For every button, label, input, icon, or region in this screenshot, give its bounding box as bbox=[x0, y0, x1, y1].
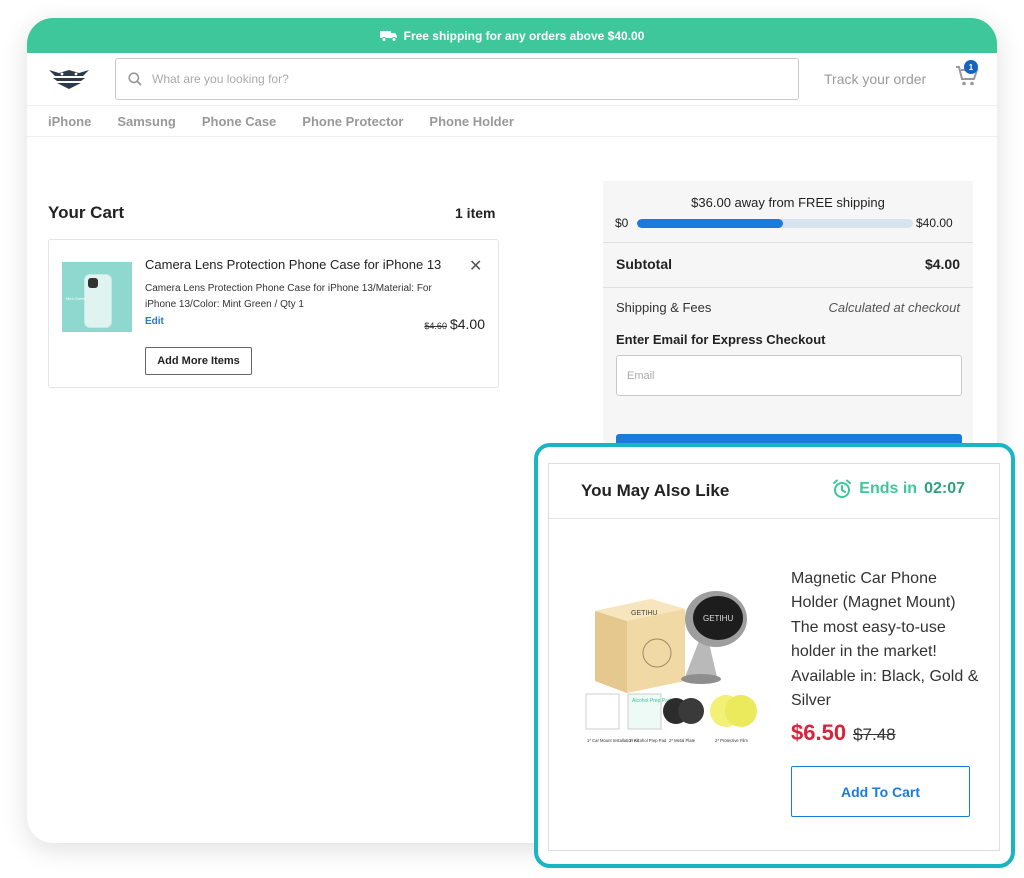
shipping-fees-value: Calculated at checkout bbox=[828, 300, 960, 315]
thumbnail-label: Mint Green bbox=[66, 296, 86, 301]
recommended-price: $6.50 bbox=[791, 720, 847, 745]
cart-item-price-group: $4.60 $4.00 bbox=[424, 316, 485, 332]
order-summary: $36.00 away from FREE shipping $0 $40.00… bbox=[603, 181, 973, 481]
recommendation-header: You May Also Like Ends in 02:07 bbox=[549, 464, 999, 519]
cart-item-name[interactable]: Camera Lens Protection Phone Case for iP… bbox=[145, 257, 455, 272]
truck-icon bbox=[379, 30, 397, 42]
box-brand-text: GETIHU bbox=[631, 610, 657, 617]
offer-timer: Ends in 02:07 bbox=[832, 479, 965, 499]
cart-title: Your Cart bbox=[48, 203, 125, 222]
progress-min-label: $0 bbox=[615, 216, 629, 230]
cart-item-price: $4.00 bbox=[449, 316, 485, 332]
site-header: Track your order 1 bbox=[27, 53, 997, 105]
pad-label: 1* Alcohol Prep Pad bbox=[629, 738, 667, 743]
alarm-clock-icon bbox=[833, 479, 852, 498]
recommendation-card: You May Also Like Ends in 02:07 GETIHU G bbox=[548, 463, 1000, 851]
remove-item-icon[interactable]: ✕ bbox=[469, 256, 482, 276]
summary-divider bbox=[603, 242, 973, 243]
express-checkout-email-label: Enter Email for Express Checkout bbox=[616, 332, 826, 347]
cart-badge-wrap: 1 bbox=[964, 60, 978, 74]
category-nav: iPhone Samsung Phone Case Phone Protecto… bbox=[27, 105, 997, 137]
cart-line-item: Mint Green Camera Lens Protection Phone … bbox=[48, 239, 499, 388]
search-icon bbox=[128, 72, 142, 86]
edit-item-link[interactable]: Edit bbox=[145, 316, 164, 327]
promo-text: Free shipping for any orders above $40.0… bbox=[403, 28, 645, 43]
search-input[interactable] bbox=[152, 72, 752, 86]
recommended-price-group: $6.50 $7.48 bbox=[791, 720, 896, 746]
nav-item-phone-holder[interactable]: Phone Holder bbox=[429, 114, 514, 129]
product-image[interactable]: GETIHU GETIHU Alcohol Prep Pad 1* Car Mo… bbox=[581, 581, 761, 749]
cart-item-description: Camera Lens Protection Phone Case for iP… bbox=[145, 283, 432, 310]
cart-item-old-price: $4.60 bbox=[424, 321, 447, 331]
free-shipping-message: $36.00 away from FREE shipping bbox=[691, 195, 885, 210]
add-to-cart-button[interactable]: Add To Cart bbox=[791, 766, 970, 817]
product-thumbnail[interactable]: Mint Green bbox=[62, 262, 132, 332]
nav-item-iphone[interactable]: iPhone bbox=[48, 114, 91, 129]
plate-label: 2* Metal Plate bbox=[669, 738, 696, 743]
cart-count-badge: 1 bbox=[964, 60, 978, 74]
ends-in-label: Ends in bbox=[859, 480, 918, 497]
track-order-link[interactable]: Track your order bbox=[824, 71, 926, 87]
recommendation-highlight: You May Also Like Ends in 02:07 GETIHU G bbox=[534, 443, 1015, 868]
email-field[interactable] bbox=[616, 355, 962, 396]
add-more-items-button[interactable]: Add More Items bbox=[145, 347, 252, 375]
promo-bar: Free shipping for any orders above $40.0… bbox=[27, 18, 997, 53]
progress-max-label: $40.00 bbox=[916, 216, 953, 230]
shipping-fees-label: Shipping & Fees bbox=[616, 300, 712, 315]
nav-item-samsung[interactable]: Samsung bbox=[117, 114, 176, 129]
recommended-old-price: $7.48 bbox=[853, 725, 896, 744]
nav-item-phone-case[interactable]: Phone Case bbox=[202, 114, 276, 129]
recommendation-title: You May Also Like bbox=[581, 481, 730, 500]
search-box[interactable] bbox=[115, 58, 799, 100]
cart-item-count: 1 item bbox=[455, 205, 496, 221]
shipping-progress-fill bbox=[637, 219, 784, 228]
subtotal-value: $4.00 bbox=[924, 256, 960, 272]
owl-logo-icon[interactable] bbox=[47, 65, 91, 89]
shipping-progress-bar bbox=[637, 219, 913, 228]
recommended-product-name[interactable]: Magnetic Car Phone Holder (Magnet Mount)… bbox=[791, 567, 981, 713]
film-label: 2* Protective Film bbox=[715, 738, 748, 743]
nav-item-phone-protector[interactable]: Phone Protector bbox=[302, 114, 403, 129]
subtotal-label: Subtotal bbox=[616, 256, 672, 272]
mount-brand-text: GETIHU bbox=[703, 614, 733, 623]
camera-lens-shape bbox=[88, 278, 98, 288]
summary-divider bbox=[603, 287, 973, 288]
prep-pad-title: Alcohol Prep Pad bbox=[632, 698, 671, 704]
countdown-time: 02:07 bbox=[924, 480, 965, 497]
